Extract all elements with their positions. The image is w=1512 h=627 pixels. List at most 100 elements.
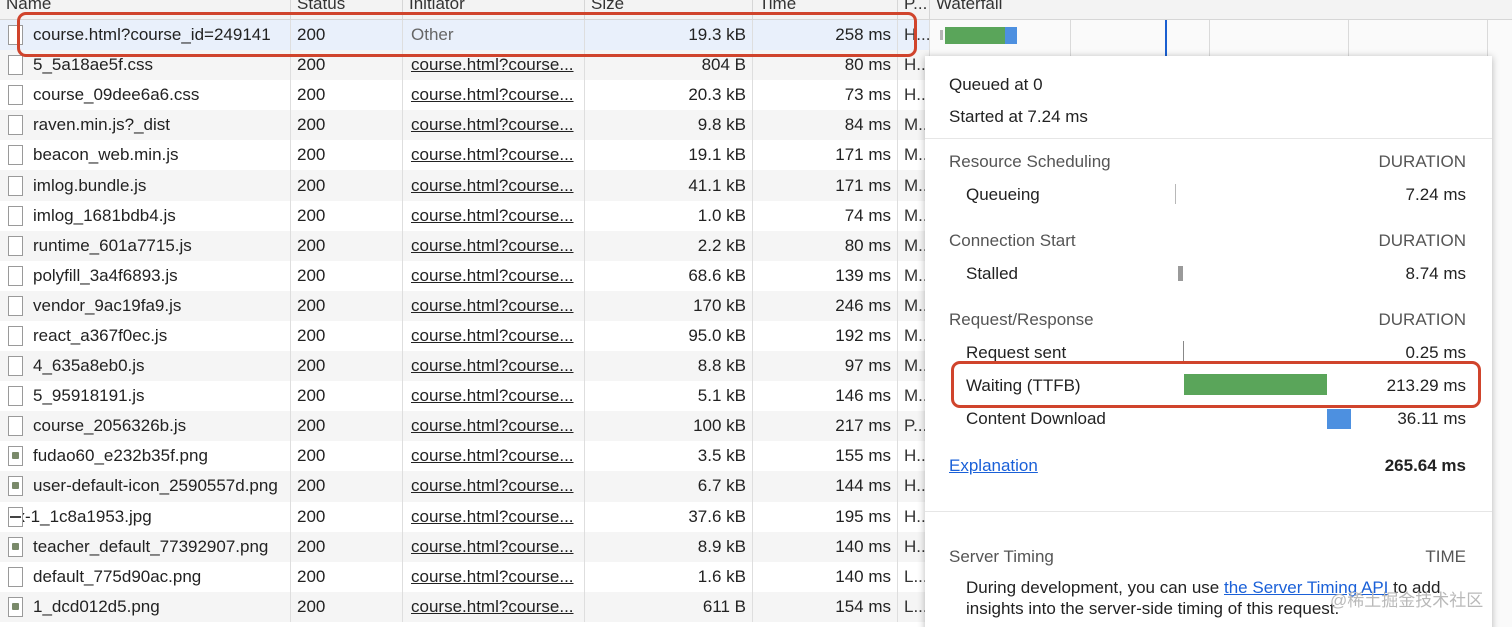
table-row[interactable]: 5_95918191.js 200 course.html?course... 5.1… bbox=[0, 381, 930, 412]
table-row[interactable]: course_09dee6a6.css 200 course.html?course… bbox=[0, 80, 930, 111]
waterfall-ttfb-bar[interactable] bbox=[945, 27, 1005, 44]
initiator-link[interactable]: course.html?course... bbox=[411, 446, 574, 466]
table-row[interactable]: teacher_default_77392907.png 200 course.ht… bbox=[0, 531, 930, 562]
cell-status: 200 bbox=[291, 381, 403, 412]
initiator-link[interactable]: course.html?course... bbox=[411, 236, 574, 256]
table-row[interactable]: raven.min.js?_dist 200 course.html?course.… bbox=[0, 110, 930, 141]
cell-name[interactable]: course_2056326b.js bbox=[0, 411, 291, 442]
resource-scheduling-title: Resource Scheduling bbox=[949, 152, 1111, 171]
cell-name[interactable]: 1_dcd012d5.png bbox=[0, 591, 291, 622]
cell-time: 246 ms bbox=[753, 290, 898, 321]
column-header-time[interactable]: Time bbox=[753, 0, 898, 19]
table-row[interactable]: user-default-icon_2590557d.png 200 course.… bbox=[0, 471, 930, 502]
cell-time: 144 ms bbox=[753, 471, 898, 502]
column-header-status[interactable]: Status bbox=[291, 0, 403, 19]
cell-time: 154 ms bbox=[753, 591, 898, 622]
cell-initiator: course.html?course... bbox=[403, 441, 585, 472]
table-row[interactable]: course.html?course_id=249141 200 Other 19.3… bbox=[0, 20, 930, 51]
waiting-ttfb-label: Waiting (TTFB) bbox=[966, 376, 1081, 395]
initiator-link[interactable]: course.html?course... bbox=[411, 507, 574, 527]
initiator-link[interactable]: course.html?course... bbox=[411, 145, 574, 165]
cell-name[interactable]: course_09dee6a6.css bbox=[0, 80, 291, 111]
cell-size: 1.0 kB bbox=[585, 200, 753, 231]
table-row[interactable]: fudao60_e232b35f.png 200 course.html?cours… bbox=[0, 441, 930, 472]
request-list: course.html?course_id=249141 200 Other 19.3… bbox=[0, 20, 930, 622]
doc-icon bbox=[8, 235, 23, 256]
cell-time: 146 ms bbox=[753, 381, 898, 412]
cell-name[interactable]: 4_635a8eb0.js bbox=[0, 351, 291, 382]
table-row[interactable]: sx-1_1c8a1953.jpg 200 course.html?course..… bbox=[0, 501, 930, 532]
doc-icon bbox=[8, 356, 23, 377]
cell-status: 200 bbox=[291, 531, 403, 562]
explanation-link[interactable]: Explanation bbox=[949, 456, 1038, 476]
cell-name[interactable]: sx-1_1c8a1953.jpg bbox=[0, 501, 291, 532]
cell-name[interactable]: 5_95918191.js bbox=[0, 381, 291, 412]
table-row[interactable]: beacon_web.min.js 200 course.html?course..… bbox=[0, 140, 930, 171]
cell-name[interactable]: user-default-icon_2590557d.png bbox=[0, 471, 291, 502]
table-row[interactable]: imlog.bundle.js 200 course.html?course... 4… bbox=[0, 170, 930, 201]
initiator-link[interactable]: course.html?course... bbox=[411, 55, 574, 75]
cell-size: 41.1 kB bbox=[585, 170, 753, 201]
table-row[interactable]: course_2056326b.js 200 course.html?course.… bbox=[0, 411, 930, 442]
table-row[interactable]: imlog_1681bdb4.js 200 course.html?course..… bbox=[0, 200, 930, 231]
table-row[interactable]: polyfill_3a4f6893.js 200 course.html?cours… bbox=[0, 260, 930, 291]
initiator-link[interactable]: course.html?course... bbox=[411, 356, 574, 376]
column-header-name[interactable]: Name bbox=[0, 0, 291, 19]
cell-size: 100 kB bbox=[585, 411, 753, 442]
divider bbox=[925, 138, 1492, 139]
cell-name[interactable]: imlog_1681bdb4.js bbox=[0, 200, 291, 231]
initiator-link[interactable]: course.html?course... bbox=[411, 567, 574, 587]
initiator-link[interactable]: course.html?course... bbox=[411, 115, 574, 135]
cell-time: 97 ms bbox=[753, 351, 898, 382]
cell-name[interactable]: runtime_601a7715.js bbox=[0, 230, 291, 261]
image-icon bbox=[8, 596, 23, 617]
cell-name[interactable]: imlog.bundle.js bbox=[0, 170, 291, 201]
request-name: course.html?course_id=249141 bbox=[33, 25, 271, 45]
waiting-ttfb-value: 213.29 ms bbox=[1386, 376, 1466, 395]
table-row[interactable]: 1_dcd012d5.png 200 course.html?course... 61… bbox=[0, 591, 930, 622]
cell-name[interactable]: beacon_web.min.js bbox=[0, 140, 291, 171]
cell-name[interactable]: 5_5a18ae5f.css bbox=[0, 50, 291, 81]
waterfall-download-bar[interactable] bbox=[1005, 27, 1017, 44]
cell-size: 6.7 kB bbox=[585, 471, 753, 502]
waterfall-gridline bbox=[1487, 20, 1488, 60]
cell-size: 3.5 kB bbox=[585, 441, 753, 472]
initiator-link[interactable]: course.html?course... bbox=[411, 85, 574, 105]
column-header-initiator[interactable]: Initiator bbox=[403, 0, 585, 19]
column-header-protocol[interactable]: P... bbox=[898, 0, 930, 19]
image-icon bbox=[8, 476, 23, 497]
table-row[interactable]: vendor_9ac19fa9.js 200 course.html?course.… bbox=[0, 290, 930, 321]
table-row[interactable]: 4_635a8eb0.js 200 course.html?course... 8.8… bbox=[0, 351, 930, 382]
column-header-size[interactable]: Size bbox=[585, 0, 753, 19]
table-row[interactable]: 5_5a18ae5f.css 200 course.html?course... 80… bbox=[0, 50, 930, 81]
cell-size: 1.6 kB bbox=[585, 561, 753, 592]
cell-name[interactable]: polyfill_3a4f6893.js bbox=[0, 260, 291, 291]
table-row[interactable]: default_775d90ac.png 200 course.html?cours… bbox=[0, 561, 930, 592]
initiator-link[interactable]: course.html?course... bbox=[411, 266, 574, 286]
cell-name[interactable]: vendor_9ac19fa9.js bbox=[0, 290, 291, 321]
initiator-link[interactable]: course.html?course... bbox=[411, 416, 574, 436]
cell-name[interactable]: react_a367f0ec.js bbox=[0, 320, 291, 352]
initiator-link[interactable]: course.html?course... bbox=[411, 326, 574, 346]
content-download-label: Content Download bbox=[966, 409, 1106, 428]
cell-status: 200 bbox=[291, 290, 403, 321]
cell-status: 200 bbox=[291, 140, 403, 171]
cell-initiator: course.html?course... bbox=[403, 381, 585, 412]
initiator-link[interactable]: course.html?course... bbox=[411, 296, 574, 316]
request-name: imlog_1681bdb4.js bbox=[33, 205, 176, 225]
table-row[interactable]: react_a367f0ec.js 200 course.html?course..… bbox=[0, 320, 930, 352]
initiator-link[interactable]: course.html?course... bbox=[411, 537, 574, 557]
initiator-link[interactable]: course.html?course... bbox=[411, 176, 574, 196]
cell-name[interactable]: course.html?course_id=249141 bbox=[0, 20, 291, 51]
initiator-link[interactable]: course.html?course... bbox=[411, 206, 574, 226]
initiator-link[interactable]: course.html?course... bbox=[411, 386, 574, 406]
table-row[interactable]: runtime_601a7715.js 200 course.html?course… bbox=[0, 230, 930, 261]
cell-name[interactable]: default_775d90ac.png bbox=[0, 561, 291, 592]
cell-name[interactable]: fudao60_e232b35f.png bbox=[0, 441, 291, 472]
initiator-link[interactable]: course.html?course... bbox=[411, 476, 574, 496]
cell-name[interactable]: raven.min.js?_dist bbox=[0, 110, 291, 141]
cell-name[interactable]: teacher_default_77392907.png bbox=[0, 531, 291, 562]
initiator-link[interactable]: course.html?course... bbox=[411, 597, 574, 617]
column-header-waterfall[interactable]: Waterfall bbox=[930, 0, 1512, 19]
waiting-ttfb-bar bbox=[1184, 374, 1327, 395]
